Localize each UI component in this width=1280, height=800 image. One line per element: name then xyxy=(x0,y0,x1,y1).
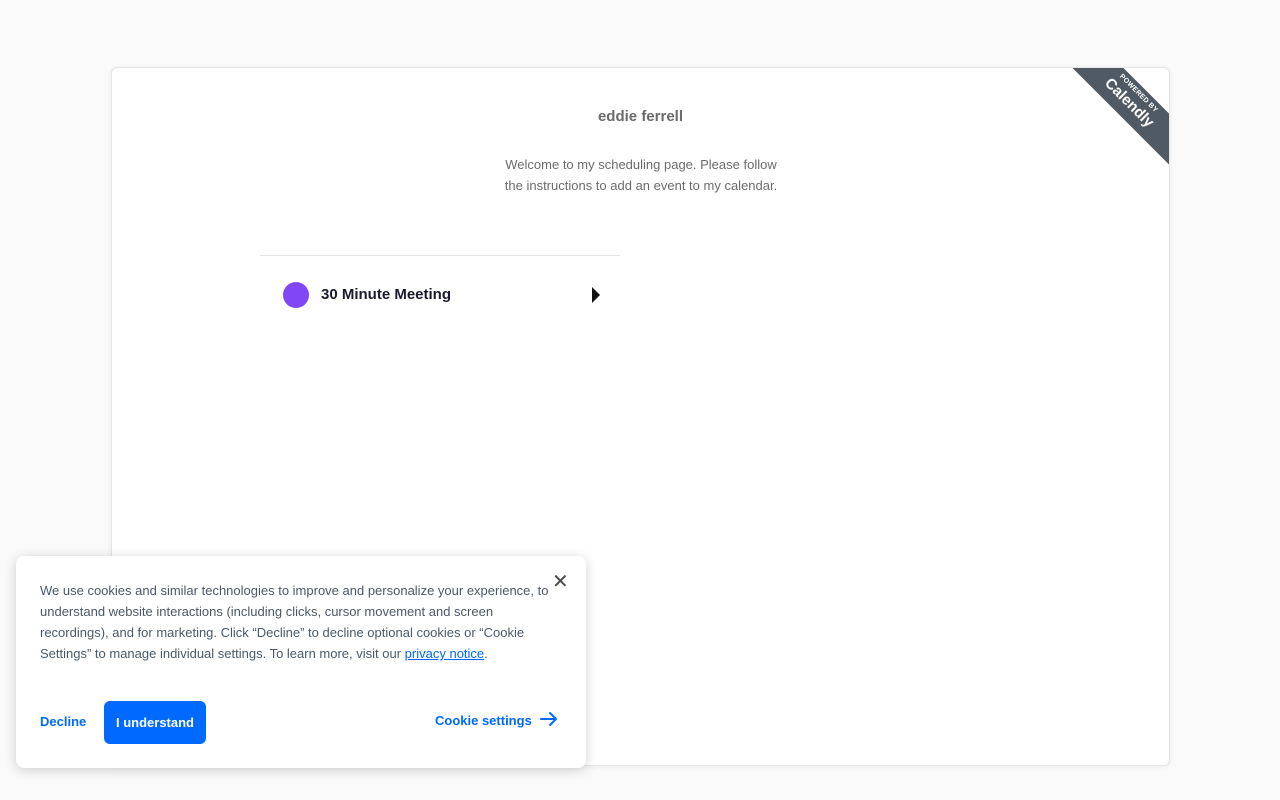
cookie-message-end: . xyxy=(484,646,488,661)
welcome-message: Welcome to my scheduling page. Please fo… xyxy=(504,157,778,193)
close-icon[interactable]: ✕ xyxy=(552,572,569,592)
cookie-message: We use cookies and similar technologies … xyxy=(40,580,550,664)
owner-name: eddie ferrell xyxy=(597,108,684,125)
event-type-30-minute-meeting[interactable]: 30 Minute Meeting xyxy=(260,274,620,316)
chevron-right-icon xyxy=(592,287,600,303)
arrow-right-icon xyxy=(539,711,558,730)
i-understand-button[interactable]: I understand xyxy=(104,701,206,744)
event-color-dot xyxy=(283,282,309,308)
event-type-label: 30 Minute Meeting xyxy=(321,286,452,303)
divider xyxy=(260,255,620,256)
privacy-notice-link[interactable]: privacy notice xyxy=(405,646,484,661)
cookie-banner: ✕ We use cookies and similar technologie… xyxy=(16,556,586,768)
cookie-settings-label: Cookie settings xyxy=(435,713,532,728)
cookie-settings-button[interactable]: Cookie settings xyxy=(435,711,558,730)
decline-button[interactable]: Decline xyxy=(40,714,86,729)
